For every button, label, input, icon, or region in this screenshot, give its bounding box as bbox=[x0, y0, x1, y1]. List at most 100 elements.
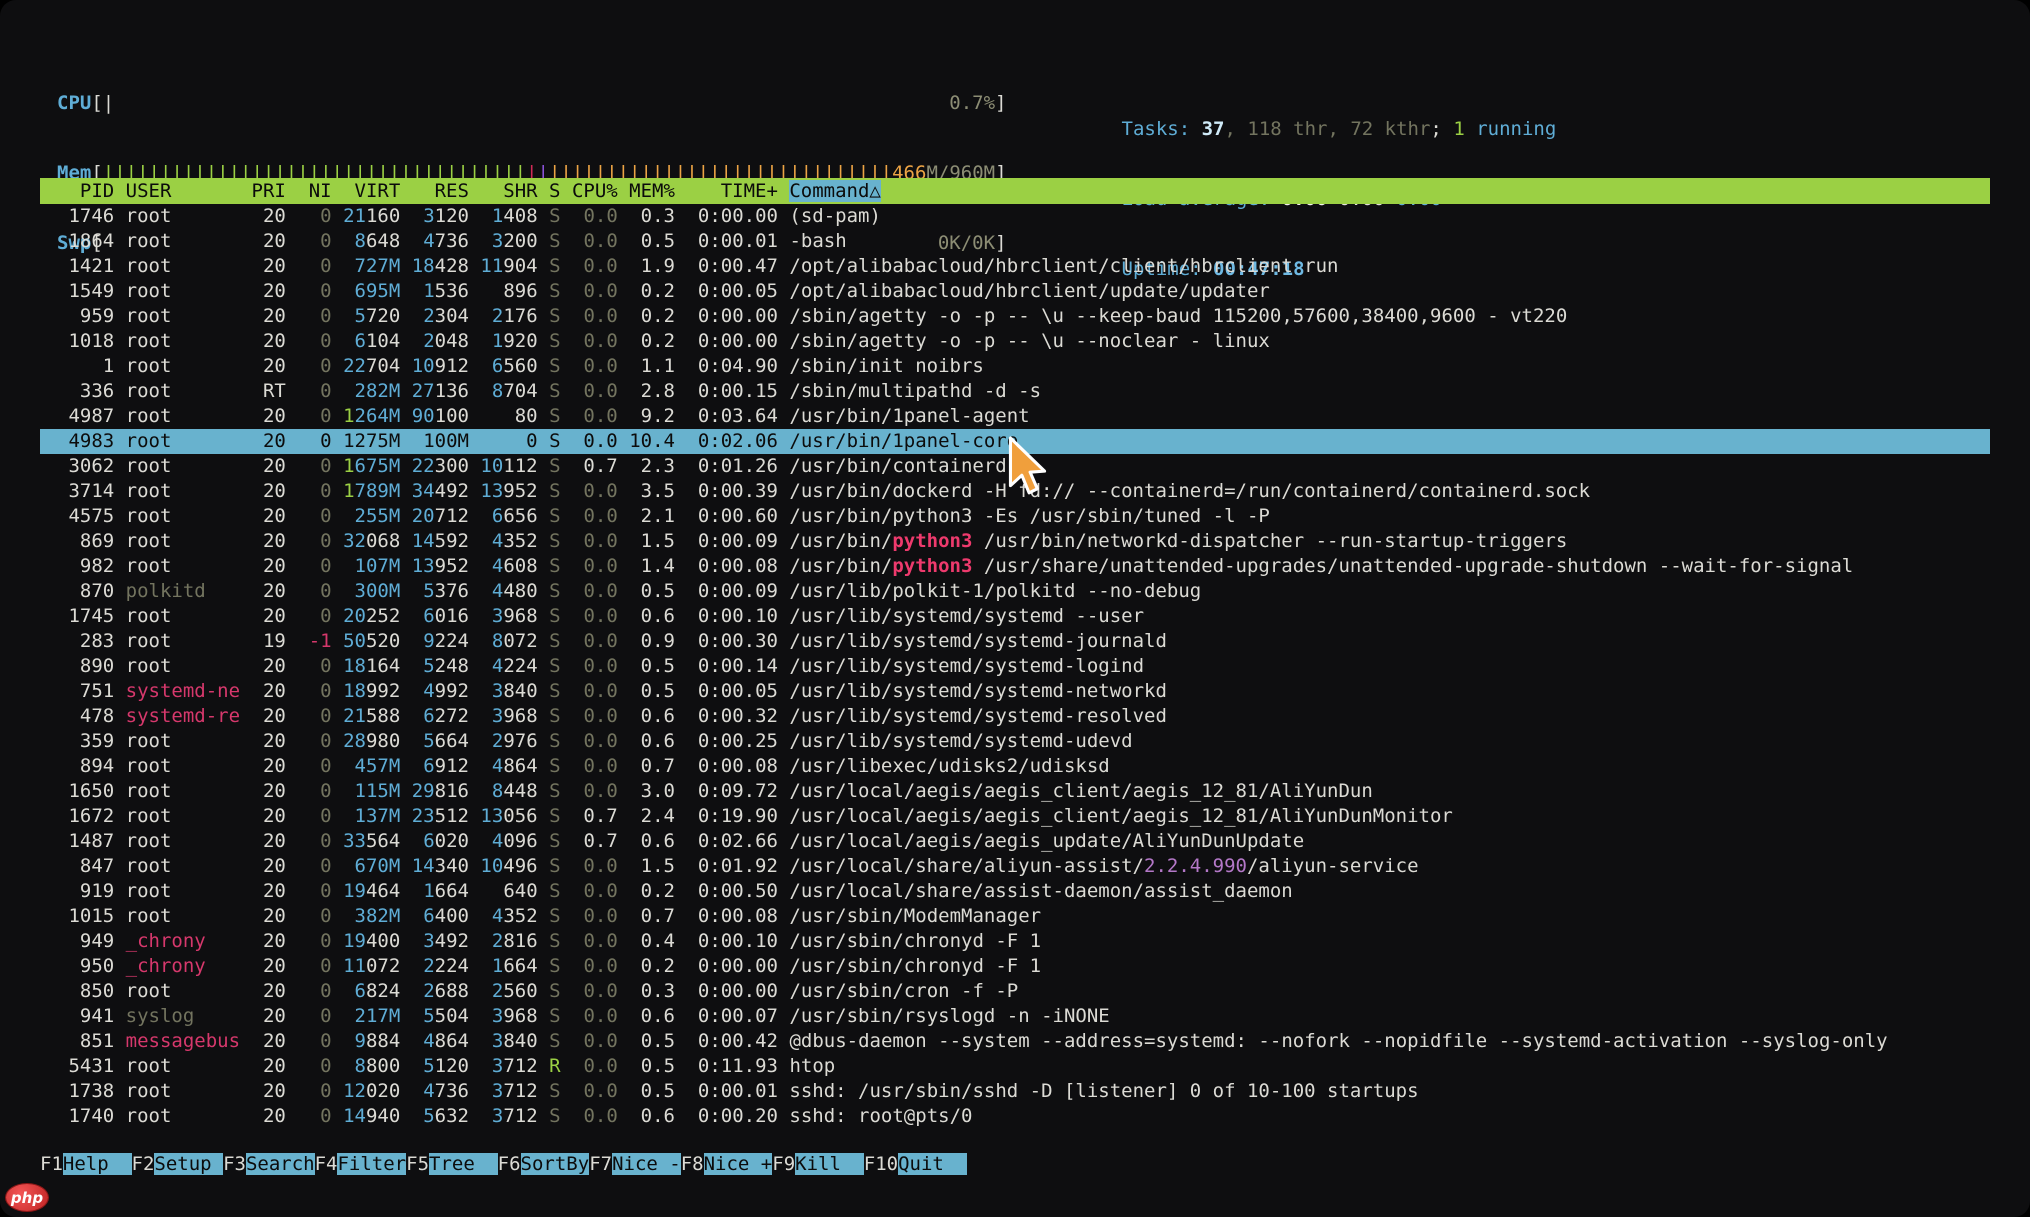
fkey-f10-quit[interactable]: F10Quit bbox=[864, 1153, 967, 1175]
process-row[interactable]: 4575 root 20 0 255M 20712 6656 S 0.0 2.1… bbox=[40, 504, 1990, 529]
state: S bbox=[549, 930, 560, 952]
process-row[interactable]: 1015 root 20 0 382M 6400 4352 S 0.0 0.7 … bbox=[40, 904, 1990, 929]
fkey-f4-filter[interactable]: F4Filter bbox=[315, 1153, 407, 1175]
process-row[interactable]: 950 _chrony 20 0 11072 2224 1664 S 0.0 0… bbox=[40, 954, 1990, 979]
process-row[interactable]: 1018 root 20 0 6104 2048 1920 S 0.0 0.2 … bbox=[40, 329, 1990, 354]
column-header-res[interactable]: RES bbox=[412, 180, 469, 202]
time: 0:00.00 bbox=[686, 205, 778, 227]
process-row[interactable]: 1745 root 20 0 20252 6016 3968 S 0.0 0.6… bbox=[40, 604, 1990, 629]
process-row[interactable]: 919 root 20 0 19464 1664 640 S 0.0 0.2 0… bbox=[40, 879, 1990, 904]
virt: 1275M bbox=[343, 430, 400, 452]
command: -bash bbox=[789, 230, 846, 252]
fkey-f8-nice-[interactable]: F8Nice + bbox=[681, 1153, 773, 1175]
process-row[interactable]: 1738 root 20 0 12020 4736 3712 S 0.0 0.5… bbox=[40, 1079, 1990, 1104]
process-row[interactable]: 1 root 20 0 22704 10912 6560 S 0.0 1.1 0… bbox=[40, 354, 1990, 379]
state: S bbox=[549, 980, 560, 1002]
pid: 851 bbox=[57, 1030, 114, 1052]
virt: 1789M bbox=[343, 480, 400, 502]
process-row[interactable]: 850 root 20 0 6824 2688 2560 S 0.0 0.3 0… bbox=[40, 979, 1990, 1004]
state: S bbox=[549, 755, 560, 777]
process-row[interactable]: 1650 root 20 0 115M 29816 8448 S 0.0 3.0… bbox=[40, 779, 1990, 804]
process-row[interactable]: 847 root 20 0 670M 14340 10496 S 0.0 1.5… bbox=[40, 854, 1990, 879]
process-row[interactable]: 1549 root 20 0 695M 1536 896 S 0.0 0.2 0… bbox=[40, 279, 1990, 304]
command: /usr/lib/systemd/systemd-udevd bbox=[789, 730, 1132, 752]
column-header-virt[interactable]: VIRT bbox=[343, 180, 400, 202]
column-header-mem[interactable]: MEM% bbox=[629, 180, 675, 202]
virt: 11072 bbox=[343, 955, 400, 977]
fkey-f7-nice-[interactable]: F7Nice - bbox=[589, 1153, 681, 1175]
nice: 0 bbox=[297, 230, 331, 252]
column-header-pri[interactable]: PRI bbox=[252, 180, 286, 202]
process-row[interactable]: 959 root 20 0 5720 2304 2176 S 0.0 0.2 0… bbox=[40, 304, 1990, 329]
process-row[interactable]: 478 systemd-re 20 0 21588 6272 3968 S 0.… bbox=[40, 704, 1990, 729]
shr: 80 bbox=[480, 405, 537, 427]
mem-percent: 0.2 bbox=[629, 955, 675, 977]
process-row[interactable]: 1487 root 20 0 33564 6020 4096 S 0.7 0.6… bbox=[40, 829, 1990, 854]
process-row[interactable]: 283 root 19 -1 50520 9224 8072 S 0.0 0.9… bbox=[40, 629, 1990, 654]
process-row[interactable]: 336 root RT 0 282M 27136 8704 S 0.0 2.8 … bbox=[40, 379, 1990, 404]
user: root bbox=[126, 1055, 240, 1077]
fkey-f9-kill[interactable]: F9Kill bbox=[772, 1153, 864, 1175]
process-row[interactable]: 359 root 20 0 28980 5664 2976 S 0.0 0.6 … bbox=[40, 729, 1990, 754]
cpu-meter: CPU[| 0.7%] bbox=[57, 90, 1007, 116]
process-row[interactable]: 894 root 20 0 457M 6912 4864 S 0.0 0.7 0… bbox=[40, 754, 1990, 779]
process-row[interactable]: 1746 root 20 0 21160 3120 1408 S 0.0 0.3… bbox=[40, 204, 1990, 229]
priority: 20 bbox=[252, 705, 286, 727]
cpu-percent: 0.0 bbox=[572, 205, 618, 227]
fkey-f3-search[interactable]: F3Search bbox=[223, 1153, 315, 1175]
cpu-percent: 0.0 bbox=[572, 755, 618, 777]
process-row[interactable]: 982 root 20 0 107M 13952 4608 S 0.0 1.4 … bbox=[40, 554, 1990, 579]
state: S bbox=[549, 255, 560, 277]
nice: 0 bbox=[297, 1005, 331, 1027]
mem-percent: 0.2 bbox=[629, 330, 675, 352]
process-row[interactable]: 851 messagebus 20 0 9884 4864 3840 S 0.0… bbox=[40, 1029, 1990, 1054]
column-header-cpu[interactable]: CPU% bbox=[572, 180, 618, 202]
process-row[interactable]: 4987 root 20 0 1264M 90100 80 S 0.0 9.2 … bbox=[40, 404, 1990, 429]
column-header-time[interactable]: TIME+ bbox=[686, 180, 778, 202]
pid: 1745 bbox=[57, 605, 114, 627]
column-header-shr[interactable]: SHR bbox=[480, 180, 537, 202]
process-row[interactable]: 1740 root 20 0 14940 5632 3712 S 0.0 0.6… bbox=[40, 1104, 1990, 1129]
cpu-percent: 0.0 bbox=[572, 955, 618, 977]
user: root bbox=[126, 980, 240, 1002]
res: 5120 bbox=[412, 1055, 469, 1077]
process-row[interactable]: 890 root 20 0 18164 5248 4224 S 0.0 0.5 … bbox=[40, 654, 1990, 679]
time: 0:00.08 bbox=[686, 905, 778, 927]
column-header-row[interactable]: PID USER PRI NI VIRT RES SHR S CPU% MEM%… bbox=[40, 178, 1990, 204]
cpu-percent: 0.0 bbox=[572, 930, 618, 952]
fkey-f6-sortby[interactable]: F6SortBy bbox=[498, 1153, 590, 1175]
command: /usr/local/share/assist-daemon/assist_da… bbox=[789, 880, 1292, 902]
column-header-command[interactable]: Command△ bbox=[789, 180, 881, 202]
priority: 20 bbox=[252, 480, 286, 502]
process-row[interactable]: 869 root 20 0 32068 14592 4352 S 0.0 1.5… bbox=[40, 529, 1990, 554]
time: 0:00.09 bbox=[686, 580, 778, 602]
cpu-percent: 0.0 bbox=[572, 380, 618, 402]
time: 0:00.10 bbox=[686, 605, 778, 627]
process-row[interactable]: 751 systemd-ne 20 0 18992 4992 3840 S 0.… bbox=[40, 679, 1990, 704]
process-row[interactable]: 3714 root 20 0 1789M 34492 13952 S 0.0 3… bbox=[40, 479, 1990, 504]
process-row[interactable]: 3062 root 20 0 1675M 22300 10112 S 0.7 2… bbox=[40, 454, 1990, 479]
column-header-user[interactable]: USER bbox=[126, 180, 240, 202]
column-header-pid[interactable]: PID bbox=[57, 180, 114, 202]
process-row[interactable]: 870 polkitd 20 0 300M 5376 4480 S 0.0 0.… bbox=[40, 579, 1990, 604]
nice: 0 bbox=[297, 505, 331, 527]
process-row[interactable]: 1421 root 20 0 727M 18428 11904 S 0.0 1.… bbox=[40, 254, 1990, 279]
column-header-ni[interactable]: NI bbox=[297, 180, 331, 202]
state: S bbox=[549, 1105, 560, 1127]
state: S bbox=[549, 505, 560, 527]
state: S bbox=[549, 655, 560, 677]
process-row[interactable]: 1864 root 20 0 8648 4736 3200 S 0.0 0.5 … bbox=[40, 229, 1990, 254]
process-row[interactable]: 5431 root 20 0 8800 5120 3712 R 0.0 0.5 … bbox=[40, 1054, 1990, 1079]
process-row[interactable]: 941 syslog 20 0 217M 5504 3968 S 0.0 0.6… bbox=[40, 1004, 1990, 1029]
res: 5376 bbox=[412, 580, 469, 602]
process-row-selected[interactable]: 4983 root 20 0 1275M 100M 0 S 0.0 10.4 0… bbox=[40, 429, 1990, 454]
column-header-state[interactable]: S bbox=[549, 180, 560, 202]
state: S bbox=[549, 530, 560, 552]
fkey-f1-help[interactable]: F1Help bbox=[40, 1153, 132, 1175]
process-row[interactable]: 949 _chrony 20 0 19400 3492 2816 S 0.0 0… bbox=[40, 929, 1990, 954]
running-label: running bbox=[1465, 118, 1557, 140]
fkey-f2-setup[interactable]: F2Setup bbox=[132, 1153, 224, 1175]
user: root bbox=[126, 255, 240, 277]
process-row[interactable]: 1672 root 20 0 137M 23512 13056 S 0.7 2.… bbox=[40, 804, 1990, 829]
fkey-f5-tree[interactable]: F5Tree bbox=[406, 1153, 498, 1175]
